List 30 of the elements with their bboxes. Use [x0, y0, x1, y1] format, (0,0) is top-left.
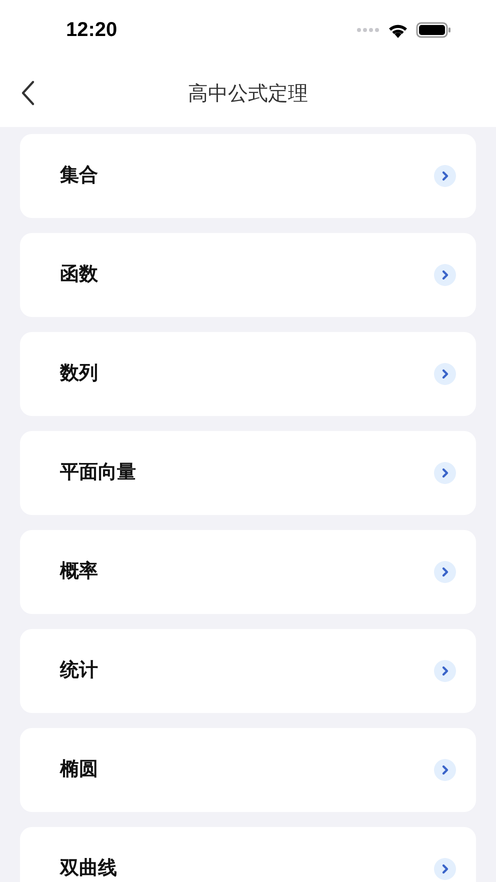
chevron-icon: [434, 165, 456, 187]
page-title: 高中公式定理: [188, 82, 308, 106]
battery-icon: [416, 22, 452, 38]
topic-item[interactable]: 数列: [20, 332, 476, 416]
topic-item[interactable]: 函数: [20, 233, 476, 317]
topic-item[interactable]: 集合: [20, 134, 476, 218]
topic-label: 函数: [60, 262, 98, 287]
chevron-icon: [434, 858, 456, 880]
topic-label: 概率: [60, 560, 98, 584]
topic-label: 数列: [60, 362, 98, 386]
back-icon: [21, 80, 35, 106]
signal-icon: [356, 27, 380, 33]
topic-item[interactable]: 双曲线: [20, 827, 476, 882]
topic-label: 统计: [60, 658, 98, 683]
chevron-icon: [434, 462, 456, 484]
topic-label: 双曲线: [60, 856, 117, 881]
topic-label: 椭圆: [60, 758, 98, 782]
topic-item[interactable]: 椭圆: [20, 728, 476, 812]
topic-item[interactable]: 平面向量: [20, 431, 476, 515]
topic-item[interactable]: 统计: [20, 629, 476, 713]
chevron-icon: [434, 363, 456, 385]
wifi-icon: [388, 22, 408, 38]
topic-label: 集合: [60, 164, 98, 188]
chevron-icon: [434, 660, 456, 682]
chevron-icon: [434, 561, 456, 583]
status-time: 12:20: [66, 18, 118, 43]
chevron-icon: [434, 264, 456, 286]
topic-label: 平面向量: [60, 460, 136, 485]
topic-item[interactable]: 概率: [20, 530, 476, 614]
chevron-icon: [434, 759, 456, 781]
